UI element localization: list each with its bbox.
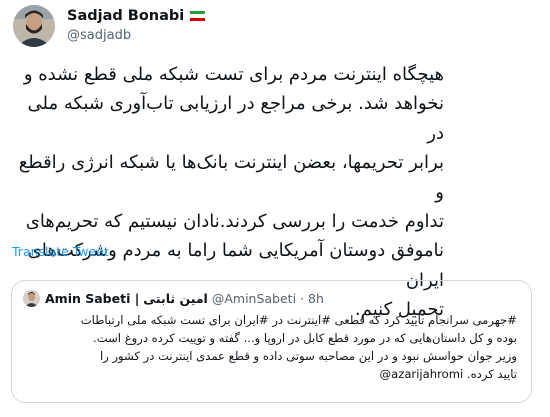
quoted-author-avatar	[23, 289, 40, 307]
quoted-tweet-header: Amin Sabeti | امین ثابتی @AminSabeti · 8…	[23, 289, 324, 307]
translate-tweet-link[interactable]: Translate Tweet	[12, 244, 109, 259]
tweet-text-line: تداوم خدمت را بررسی کردند.نادان نیستیم ک…	[25, 211, 444, 233]
quoted-text-line: وزیر جوان حواسش نبود و در این مصاحبه سوت…	[99, 349, 517, 363]
author-avatar[interactable]	[13, 5, 55, 47]
tweet-text-line: نخواهد شد. برخی مراجع در ارزیابی تاب‌آور…	[27, 93, 444, 144]
quoted-text-line: #جهرمی سرانجام تایید کرد که قطعی #اینترن…	[80, 313, 517, 327]
quoted-author-handle: @AminSabeti	[211, 290, 297, 306]
separator-dot: ·	[300, 290, 305, 306]
author-name-row: Sadjad Bonabi	[67, 6, 206, 26]
quoted-timestamp: 8h	[308, 290, 324, 306]
tweet-text-line: هیچگاه اینترنت مردم برای تست شبکه ملی قط…	[23, 64, 444, 85]
quoted-text-line: بوده و کل داستان‌هایی که در مورد قطع کاب…	[93, 331, 517, 345]
quoted-author-name: Amin Sabeti |	[45, 290, 140, 306]
iran-flag-icon	[190, 11, 206, 21]
quoted-tweet-text: #جهرمی سرانجام تایید کرد که قطعی #اینترن…	[21, 311, 517, 383]
tweet-text-line: برابر تحریمها، بعضن اینترنت بانک‌ها یا ش…	[18, 152, 444, 203]
quoted-author-name-fa: امین ثابتی	[143, 290, 208, 306]
tweet-card: Sadjad Bonabi @sadjadb هیچگاه اینترنت مر…	[0, 0, 550, 417]
author-display-name[interactable]: Sadjad Bonabi	[67, 8, 184, 24]
author-handle[interactable]: @sadjadb	[67, 28, 131, 43]
quoted-text-line: تایید کرده. azarijahromi@	[379, 367, 517, 381]
quoted-tweet[interactable]: Amin Sabeti | امین ثابتی @AminSabeti · 8…	[11, 280, 532, 403]
